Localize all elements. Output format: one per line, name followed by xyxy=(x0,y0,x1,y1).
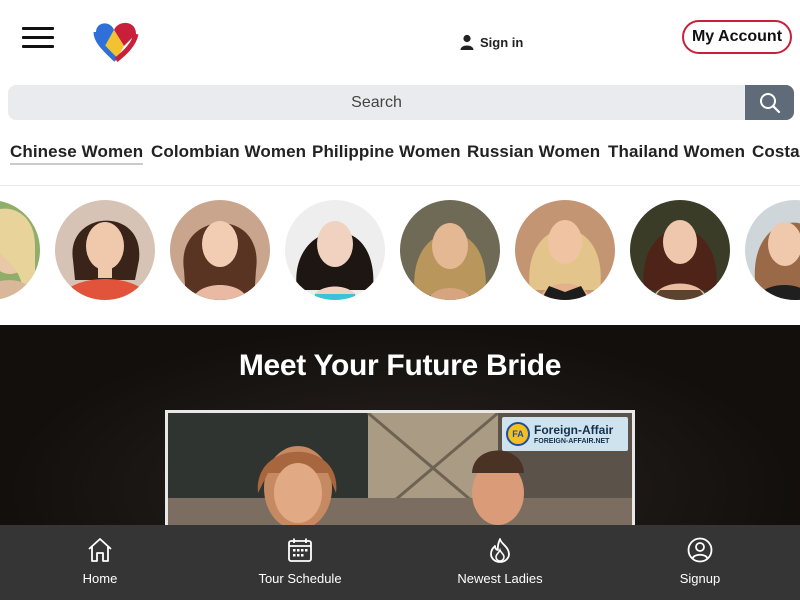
category-russian-women[interactable]: Russian Women xyxy=(467,142,600,162)
sign-in-label: Sign in xyxy=(480,34,524,50)
home-icon xyxy=(86,536,114,564)
profile-avatar[interactable] xyxy=(515,200,615,300)
profile-avatar[interactable] xyxy=(745,200,800,300)
user-icon xyxy=(460,34,474,50)
profile-avatar[interactable] xyxy=(630,200,730,300)
sign-in-link[interactable]: Sign in xyxy=(460,33,523,51)
nav-signup[interactable]: Signup xyxy=(600,525,800,600)
header: Sign in My Account xyxy=(0,0,800,80)
heart-logo-icon[interactable] xyxy=(88,16,144,64)
nav-signup-label: Signup xyxy=(679,571,721,586)
video-watermark: FA Foreign-Affair FOREIGN-AFFAIR.NET xyxy=(502,417,628,451)
my-account-button[interactable]: My Account xyxy=(682,20,792,54)
profile-carousel xyxy=(0,198,800,302)
hero-title: Meet Your Future Bride xyxy=(238,349,562,382)
hamburger-menu-icon[interactable] xyxy=(20,24,56,50)
category-thailand-women[interactable]: Thailand Women xyxy=(608,142,745,162)
nav-tour-schedule[interactable]: Tour Schedule xyxy=(200,525,400,600)
profile-avatar[interactable] xyxy=(170,200,270,300)
category-tabs: Chinese Women Colombian Women Philippine… xyxy=(0,134,800,174)
category-philippine-women[interactable]: Philippine Women xyxy=(312,142,461,162)
profile-avatar[interactable] xyxy=(0,200,40,300)
user-circle-icon xyxy=(686,536,714,564)
calendar-icon xyxy=(286,536,314,564)
search-button[interactable] xyxy=(745,85,794,120)
watermark-name: Foreign-Affair xyxy=(534,422,614,437)
divider xyxy=(0,185,800,186)
nav-newest-ladies-label: Newest Ladies xyxy=(457,571,543,586)
category-colombian-women[interactable]: Colombian Women xyxy=(151,142,306,162)
page: Sign in My Account Chinese Women Colombi… xyxy=(0,0,800,600)
category-chinese-women[interactable]: Chinese Women xyxy=(10,142,144,165)
profile-avatar[interactable] xyxy=(55,200,155,300)
nav-home-label: Home xyxy=(82,571,118,586)
nav-home[interactable]: Home xyxy=(0,525,200,600)
search-input[interactable] xyxy=(8,85,745,120)
nav-newest-ladies[interactable]: Newest Ladies xyxy=(400,525,600,600)
watermark-url: FOREIGN-AFFAIR.NET xyxy=(534,437,610,445)
nav-tour-schedule-label: Tour Schedule xyxy=(258,571,342,586)
category-costa[interactable]: Costa xyxy=(752,142,800,162)
bottom-navigation: Home Tour Schedule Newest Ladies Signup xyxy=(0,525,800,600)
watermark-badge: FA xyxy=(506,422,530,446)
profile-avatar[interactable] xyxy=(285,200,385,300)
profile-avatar[interactable] xyxy=(400,200,500,300)
search-icon xyxy=(759,92,780,113)
search-bar xyxy=(8,85,794,120)
flame-icon xyxy=(486,536,514,564)
